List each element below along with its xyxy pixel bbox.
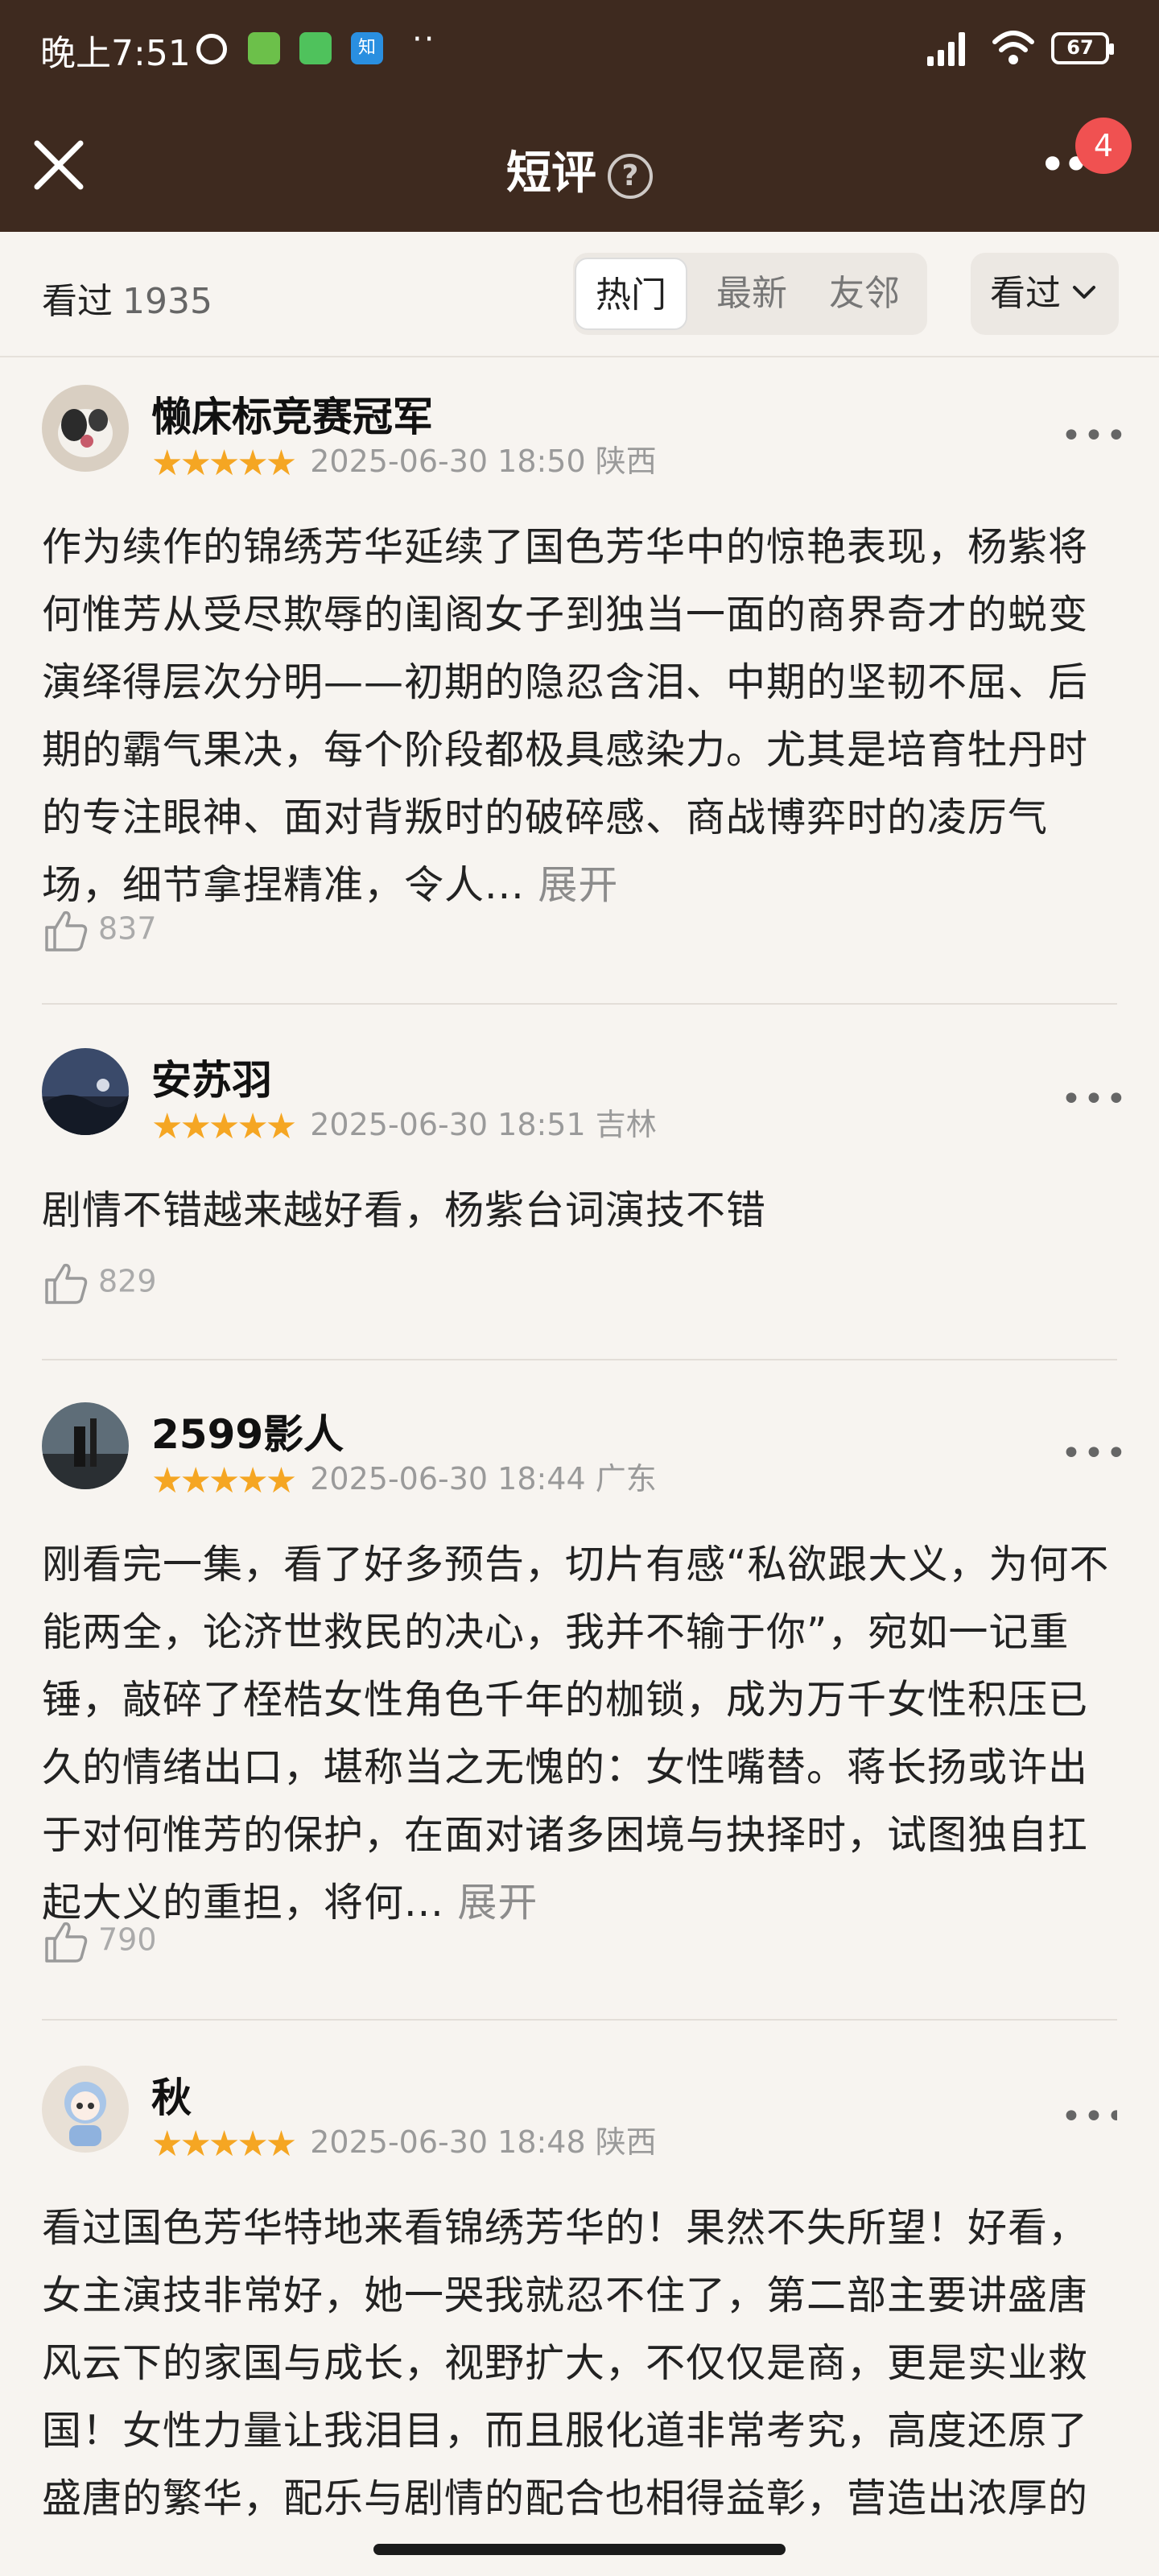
review-text: 看过国色芳华特地来看锦绣芳华的！果然不失所望！好看，女主演技非常好，她一哭我就忍… [42, 2194, 1117, 2524]
tab-hot[interactable]: 热门 [575, 258, 687, 330]
thumbs-up-icon [45, 1922, 88, 1963]
reviewer-name[interactable]: 安苏羽 [151, 1048, 272, 1106]
review-item: 秋 ★★★★★ 2025-06-30 18:48 陕西 ••• 看过国色芳华特地来… [42, 2066, 1117, 2524]
dropdown-label: 看过 [990, 273, 1061, 314]
review-text-content: 剧情不错越来越好看，杨紫台词演技不错 [42, 1187, 767, 1233]
like-button[interactable]: 829 [42, 1259, 157, 1307]
app-notification-icon [248, 32, 280, 64]
avatar[interactable] [42, 1048, 129, 1135]
watched-count: 看过 1935 [42, 272, 212, 324]
like-button[interactable]: 790 [42, 1918, 157, 1966]
rating-stars: ★★★★★ [151, 2124, 297, 2165]
filter-bar: 看过 1935 热门 最新 友邻 看过 [0, 232, 1159, 357]
review-date: 2025-06-30 18:50 [310, 444, 586, 479]
review-text: 刚看完一集，看了好多预告，切片有感“私欲跟大义，为何不能两全，论济世救民的决心，… [42, 1531, 1117, 1937]
review-meta: ★★★★★ 2025-06-30 18:44 广东 [151, 1454, 657, 1501]
reviewer-name[interactable]: 2599影人 [151, 1402, 344, 1460]
status-time: 晚上7:51 [40, 33, 191, 74]
review-date: 2025-06-30 18:44 [310, 1461, 586, 1496]
review-meta: ★★★★★ 2025-06-30 18:48 陕西 [151, 2117, 657, 2165]
review-more-icon[interactable]: ••• [1061, 1079, 1128, 1120]
thumbs-up-icon [45, 1263, 88, 1304]
chevron-down-icon [1073, 286, 1095, 299]
like-count: 829 [98, 1263, 157, 1299]
rating-stars: ★★★★★ [151, 1460, 297, 1501]
status-dropdown[interactable]: 看过 [971, 253, 1119, 335]
review-date: 2025-06-30 18:48 [310, 2124, 586, 2160]
signal-icon [927, 32, 965, 66]
battery-indicator: 67 [1051, 32, 1114, 64]
rating-stars: ★★★★★ [151, 443, 297, 484]
tab-latest[interactable]: 最新 [695, 258, 808, 330]
tab-friends[interactable]: 友邻 [808, 258, 921, 330]
review-meta: ★★★★★ 2025-06-30 18:50 陕西 [151, 436, 657, 484]
review-location: 广东 [595, 1461, 657, 1496]
zhihu-icon: 知 [351, 32, 383, 64]
expand-link[interactable]: 展开 [538, 862, 618, 908]
divider [42, 1359, 1117, 1360]
review-text-content: 看过国色芳华特地来看锦绣芳华的！果然不失所望！好看，女主演技非常好，她一哭我就忍… [42, 2205, 1089, 2521]
review-text-content: 作为续作的锦绣芳华延续了国色芳华中的惊艳表现，杨紫将何惟芳从受尽欺辱的闺阁女子到… [42, 524, 1089, 908]
like-count: 790 [98, 1922, 157, 1958]
watched-number: 1935 [122, 281, 212, 322]
review-more-icon[interactable]: ••• [1061, 1433, 1128, 1474]
review-text: 作为续作的锦绣芳华延续了国色芳华中的惊艳表现，杨紫将何惟芳从受尽欺辱的闺阁女子到… [42, 514, 1117, 919]
review-item: 安苏羽 ★★★★★ 2025-06-30 18:51 吉林 ••• 剧情不错越来越… [42, 1048, 1127, 1362]
reviewer-name[interactable]: 秋 [151, 2066, 192, 2124]
help-icon[interactable]: ? [608, 153, 653, 199]
rating-stars: ★★★★★ [151, 1106, 297, 1147]
thumbs-up-icon [45, 910, 88, 952]
sort-segmented-control: 热门 最新 友邻 [573, 253, 927, 335]
review-location: 陕西 [595, 2124, 657, 2160]
review-item: 懒床标竞赛冠军 ★★★★★ 2025-06-30 18:50 陕西 ••• 作为续… [42, 385, 1127, 1005]
more-notifications-icon: ·· [412, 21, 436, 58]
review-more-icon[interactable]: ••• [1061, 415, 1128, 456]
wechat-icon [299, 32, 332, 64]
review-location: 陕西 [595, 444, 657, 479]
expand-link[interactable]: 展开 [457, 1880, 538, 1926]
avatar[interactable] [42, 1402, 129, 1489]
review-item: 2599影人 ★★★★★ 2025-06-30 18:44 广东 ••• 刚看完一… [42, 1402, 1127, 2022]
nav-bar: 短评? •• 4 [0, 105, 1159, 232]
review-date: 2025-06-30 18:51 [310, 1107, 586, 1142]
review-text-content: 刚看完一集，看了好多预告，切片有感“私欲跟大义，为何不能两全，论济世救民的决心，… [42, 1542, 1110, 1926]
like-button[interactable]: 837 [42, 906, 157, 955]
review-location: 吉林 [595, 1107, 657, 1142]
page-title-wrap: 短评? [0, 137, 1159, 202]
reviewer-name[interactable]: 懒床标竞赛冠军 [151, 385, 433, 443]
home-indicator[interactable] [373, 2544, 786, 2555]
timer-icon [196, 34, 227, 64]
review-text: 剧情不错越来越好看，杨紫台词演技不错 [42, 1177, 1117, 1245]
divider [42, 2019, 1117, 2021]
review-more-icon[interactable]: ••• [1061, 2096, 1117, 2137]
avatar[interactable] [42, 2066, 129, 2153]
review-meta: ★★★★★ 2025-06-30 18:51 吉林 [151, 1100, 657, 1147]
notification-badge: 4 [1075, 118, 1132, 174]
header: 晚上7:51 知 ·· 67 短评? •• 4 [0, 0, 1159, 232]
divider [42, 1003, 1117, 1005]
page-title: 短评 [506, 147, 596, 200]
status-bar: 晚上7:51 知 ·· 67 [0, 0, 1159, 105]
watched-label: 看过 [42, 281, 113, 322]
like-count: 837 [98, 910, 157, 947]
avatar[interactable] [42, 385, 129, 472]
wifi-icon [992, 31, 1034, 64]
